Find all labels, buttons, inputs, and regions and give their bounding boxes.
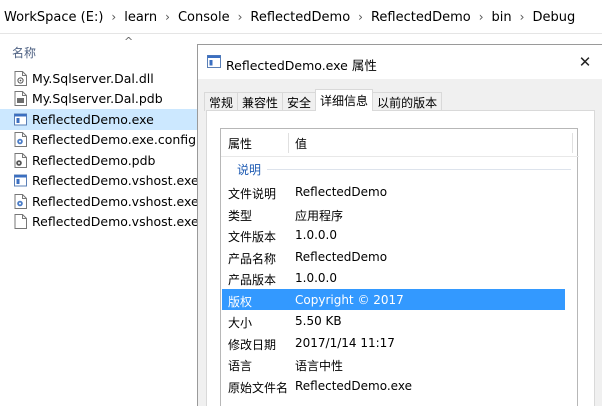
chevron-right-icon[interactable]: › — [475, 10, 488, 24]
row-value: 1.0.0.0 — [295, 271, 337, 285]
row-key: 原始文件名 — [228, 380, 289, 395]
details-tab-panel: 属性 值 说明 文件说明 ReflectedDemo 类型 应用程序 文件版本 … — [206, 110, 595, 406]
chevron-right-icon[interactable]: › — [161, 10, 174, 24]
pdb-file-icon — [14, 91, 27, 107]
details-row[interactable]: 原始文件名 ReflectedDemo.exe — [222, 375, 565, 397]
chevron-right-icon[interactable]: › — [234, 10, 247, 24]
file-name: ReflectedDemo.pdb — [32, 152, 156, 168]
row-value: ReflectedDemo — [295, 249, 388, 264]
tab-previous-versions[interactable]: 以前的版本 — [372, 92, 443, 111]
row-key: 大小 — [228, 316, 253, 330]
row-value: 5.50 KB — [295, 314, 342, 328]
details-row-selected[interactable]: 版权 Copyright © 2017 — [222, 288, 565, 310]
chevron-right-icon[interactable]: › — [107, 10, 120, 24]
details-row[interactable]: 类型 应用程序 — [222, 203, 565, 225]
close-button[interactable]: ✕ — [568, 45, 602, 79]
file-name: ReflectedDemo.vshost.exe.m — [32, 214, 200, 230]
details-row[interactable]: 产品名称 ReflectedDemo — [222, 246, 565, 268]
column-divider[interactable] — [288, 133, 289, 153]
blank-file-icon — [14, 214, 27, 230]
row-value: 应用程序 — [295, 208, 344, 223]
breadcrumb-item[interactable]: learn — [120, 10, 161, 25]
chevron-right-icon[interactable]: › — [354, 10, 367, 24]
row-key: 修改日期 — [228, 337, 277, 352]
breadcrumb-item[interactable]: ReflectedDemo — [367, 10, 475, 25]
close-icon: ✕ — [578, 53, 592, 71]
config-file-icon — [14, 193, 27, 209]
group-label: 说明 — [237, 163, 262, 177]
file-name: My.Sqlserver.Dal.dll — [32, 70, 154, 86]
sort-ascending-icon: ^ — [124, 35, 134, 48]
file-list: My.Sqlserver.Dal.dll My.Sqlserver.Dal.pd… — [0, 68, 200, 232]
breadcrumb-item[interactable]: Console — [174, 10, 234, 25]
column-header[interactable]: ^ 名称 — [0, 34, 210, 66]
dialog-title-bar[interactable]: ReflectedDemo.exe 属性 ✕ — [198, 45, 602, 79]
row-key: 文件版本 — [228, 230, 277, 244]
chevron-right-icon[interactable]: › — [516, 10, 529, 24]
details-rows: 文件说明 ReflectedDemo 类型 应用程序 文件版本 1.0.0.0 … — [221, 181, 579, 396]
exe-file-icon — [207, 55, 221, 68]
file-name: ReflectedDemo.vshost.exe.cc — [32, 193, 200, 209]
file-name: ReflectedDemo.vshost.exe — [32, 173, 199, 189]
config-file-icon — [14, 132, 27, 148]
tab-details[interactable]: 详细信息 — [315, 89, 374, 111]
header-value[interactable]: 值 — [295, 135, 307, 152]
row-value: ReflectedDemo — [295, 185, 388, 199]
tab-general[interactable]: 常规 — [204, 92, 239, 111]
row-key: 产品名称 — [228, 251, 277, 266]
file-name: ReflectedDemo.exe — [32, 111, 154, 127]
details-row[interactable]: 修改日期 2017/1/14 11:17 — [222, 332, 565, 354]
dialog-title: ReflectedDemo.exe 属性 — [226, 58, 377, 73]
details-row[interactable]: 语言 语言中性 — [222, 353, 565, 375]
row-value: ReflectedDemo.exe — [295, 378, 412, 393]
row-value: 1.0.0.0 — [295, 228, 337, 242]
breadcrumb-item[interactable]: bin — [488, 10, 516, 25]
file-name: ReflectedDemo.exe.config — [32, 132, 197, 148]
row-key: 类型 — [228, 208, 253, 223]
pdb-file-icon — [14, 152, 27, 168]
row-key: 版权 — [228, 294, 253, 309]
file-item[interactable]: ReflectedDemo.vshost.exe.cc — [0, 191, 200, 212]
details-row[interactable]: 文件版本 1.0.0.0 — [222, 224, 565, 246]
file-item[interactable]: ReflectedDemo.vshost.exe — [0, 171, 200, 192]
row-key: 语言 — [228, 359, 253, 373]
file-item[interactable]: ReflectedDemo.exe.config — [0, 130, 200, 151]
tab-compatibility[interactable]: 兼容性 — [237, 92, 284, 111]
details-row[interactable]: 产品版本 1.0.0.0 — [222, 267, 565, 289]
dll-file-icon — [14, 70, 27, 86]
column-divider[interactable] — [572, 133, 573, 153]
file-item[interactable]: My.Sqlserver.Dal.dll — [0, 68, 200, 89]
breadcrumb-item[interactable]: WorkSpace (E:) — [0, 10, 107, 25]
exe-file-icon — [14, 113, 27, 126]
file-item[interactable]: ReflectedDemo.vshost.exe.m — [0, 212, 200, 233]
row-key: 产品版本 — [228, 273, 277, 287]
file-item[interactable]: ReflectedDemo.pdb — [0, 150, 200, 171]
column-header-name[interactable]: 名称 — [12, 44, 36, 61]
breadcrumb: WorkSpace (E:) › learn › Console › Refle… — [0, 8, 579, 26]
row-value: Copyright © 2017 — [295, 292, 404, 307]
group-divider — [267, 169, 571, 170]
group-header: 说明 — [221, 159, 579, 177]
properties-dialog: ReflectedDemo.exe 属性 ✕ 常规 兼容性 安全 详细信息 以前… — [197, 44, 602, 406]
breadcrumb-item[interactable]: ReflectedDemo — [246, 10, 354, 25]
tab-strip: 常规 兼容性 安全 详细信息 以前的版本 — [204, 89, 443, 111]
row-key: 文件说明 — [228, 187, 277, 201]
file-item[interactable]: ReflectedDemo.exe — [0, 109, 200, 130]
details-list[interactable]: 属性 值 说明 文件说明 ReflectedDemo 类型 应用程序 文件版本 … — [220, 128, 579, 406]
details-list-header: 属性 值 — [221, 129, 579, 157]
file-item[interactable]: My.Sqlserver.Dal.pdb — [0, 89, 200, 110]
breadcrumb-item[interactable]: Debug — [528, 10, 579, 25]
file-name: My.Sqlserver.Dal.pdb — [32, 91, 163, 107]
details-row[interactable]: 大小 5.50 KB — [222, 310, 565, 332]
address-bar[interactable]: WorkSpace (E:) › learn › Console › Refle… — [0, 0, 602, 34]
exe-file-icon — [14, 174, 27, 187]
row-value: 2017/1/14 11:17 — [295, 335, 395, 350]
row-value: 语言中性 — [295, 359, 344, 373]
details-row[interactable]: 文件说明 ReflectedDemo — [222, 181, 565, 203]
header-property[interactable]: 属性 — [228, 135, 252, 152]
tab-security[interactable]: 安全 — [282, 92, 317, 111]
